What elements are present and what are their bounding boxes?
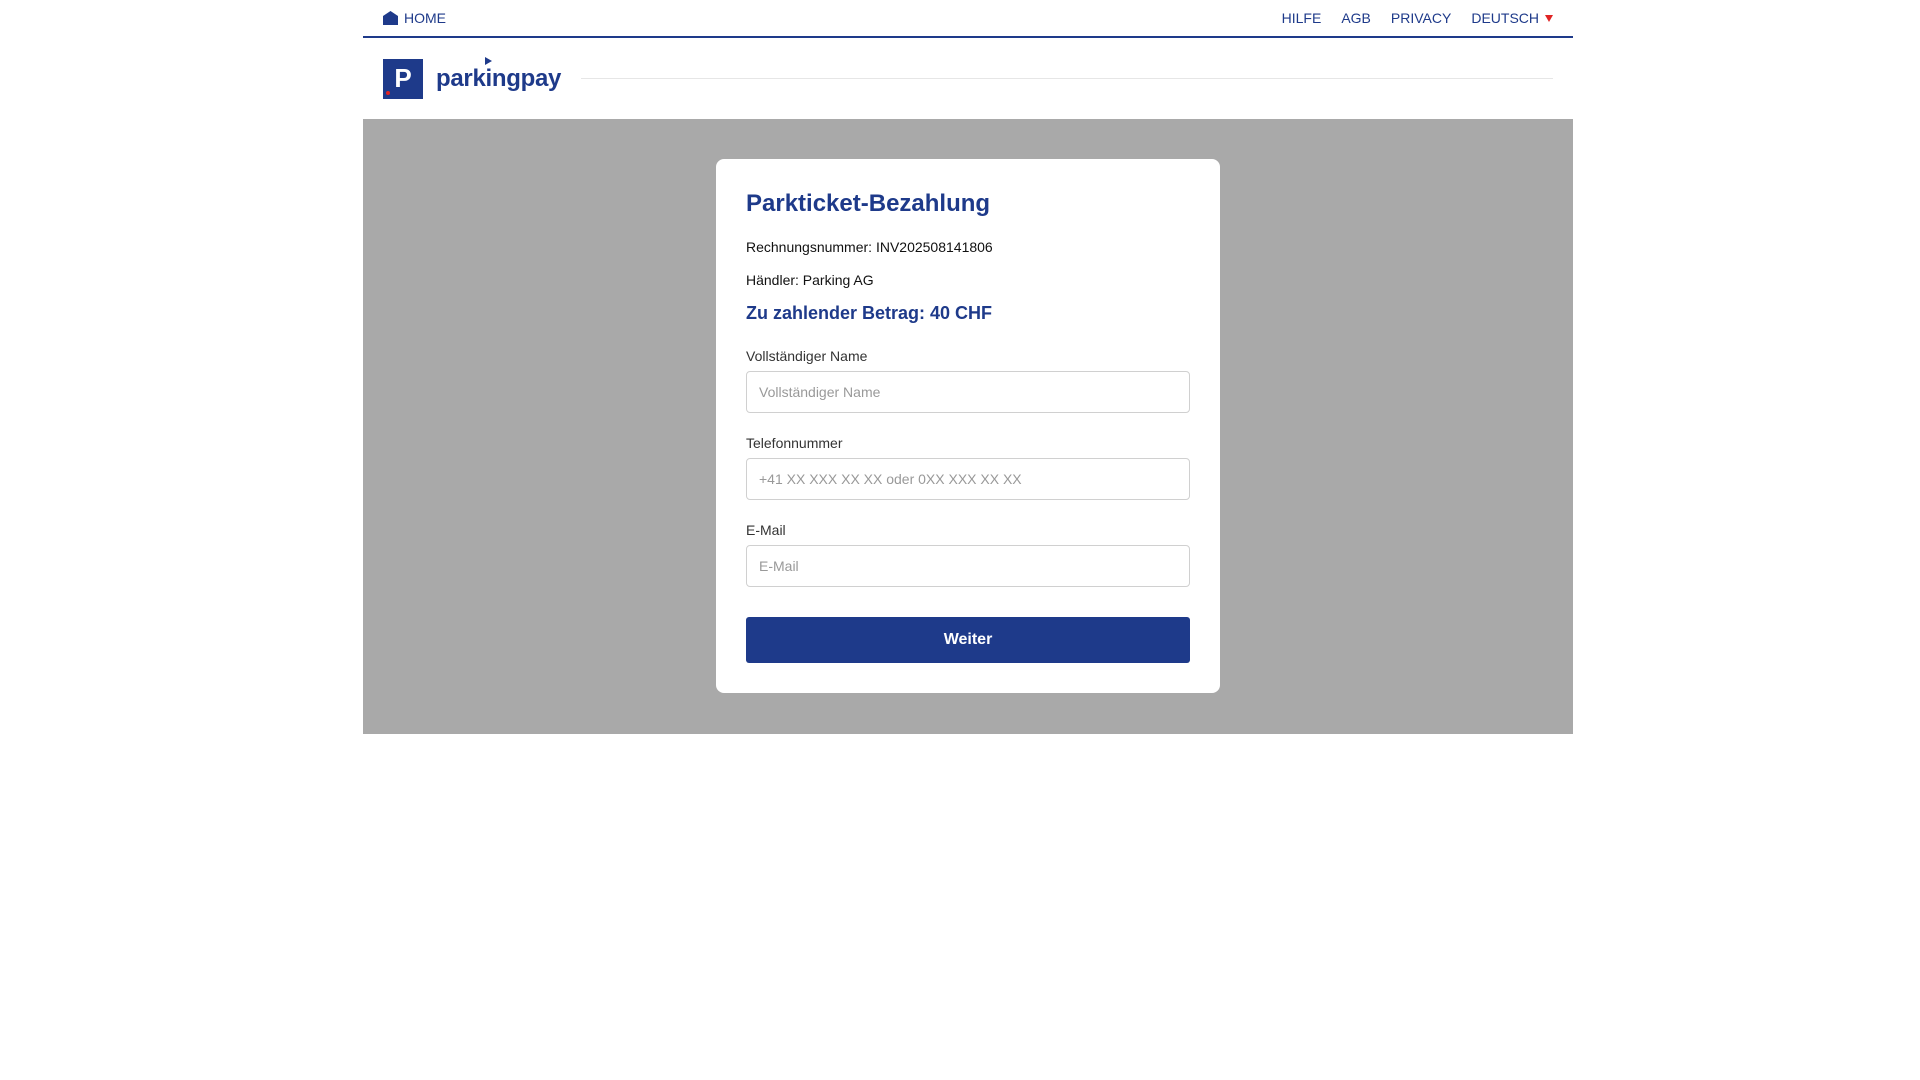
content-area: Parkticket-Bezahlung Rechnungsnummer: IN…	[363, 119, 1573, 734]
full-name-input[interactable]	[746, 371, 1190, 413]
page-wrapper: HOME HILFE AGB PRIVACY DEUTSCH P parking…	[363, 0, 1573, 734]
logo-dot	[386, 90, 390, 95]
amount-due: Zu zahlender Betrag: 40 CHF	[746, 303, 993, 323]
brand-name[interactable]: parkingpay	[436, 56, 562, 93]
nav-right: HILFE AGB PRIVACY DEUTSCH	[1282, 10, 1553, 26]
language-selector[interactable]: DEUTSCH	[1471, 10, 1553, 26]
phone-field-group: Telefonnummer	[746, 435, 1190, 500]
home-link[interactable]: HOME	[383, 10, 446, 26]
phone-input[interactable]	[746, 458, 1190, 500]
logo-icon[interactable]: P	[383, 58, 423, 99]
email-field-group: E-Mail	[746, 522, 1190, 587]
flag-icon	[485, 56, 492, 65]
home-label: HOME	[404, 10, 446, 26]
continue-button[interactable]: Weiter	[746, 617, 1190, 663]
brand-name-text: parkingpay	[436, 64, 562, 92]
name-field-group: Vollständiger Name	[746, 348, 1190, 413]
language-label: DEUTSCH	[1471, 10, 1539, 26]
phone-label: Telefonnummer	[746, 435, 843, 451]
logo-letter: P	[394, 63, 412, 93]
nav-privacy-link[interactable]: PRIVACY	[1391, 10, 1451, 26]
brand-divider	[581, 78, 1553, 79]
nav-help-link[interactable]: HILFE	[1282, 10, 1322, 26]
merchant-name: Händler: Parking AG	[746, 272, 874, 288]
caret-down-icon	[1545, 14, 1553, 22]
name-label: Vollständiger Name	[746, 348, 868, 364]
nav-terms-link[interactable]: AGB	[1341, 10, 1371, 26]
payment-card: Parkticket-Bezahlung Rechnungsnummer: IN…	[716, 159, 1220, 693]
brand-bar: P parkingpay	[363, 38, 1573, 119]
email-label: E-Mail	[746, 522, 786, 538]
top-navigation: HOME HILFE AGB PRIVACY DEUTSCH	[363, 0, 1573, 38]
invoice-number: Rechnungsnummer: INV202508141806	[746, 239, 993, 255]
home-icon	[383, 11, 398, 25]
email-input[interactable]	[746, 545, 1190, 587]
page-title: Parkticket-Bezahlung	[746, 190, 991, 217]
